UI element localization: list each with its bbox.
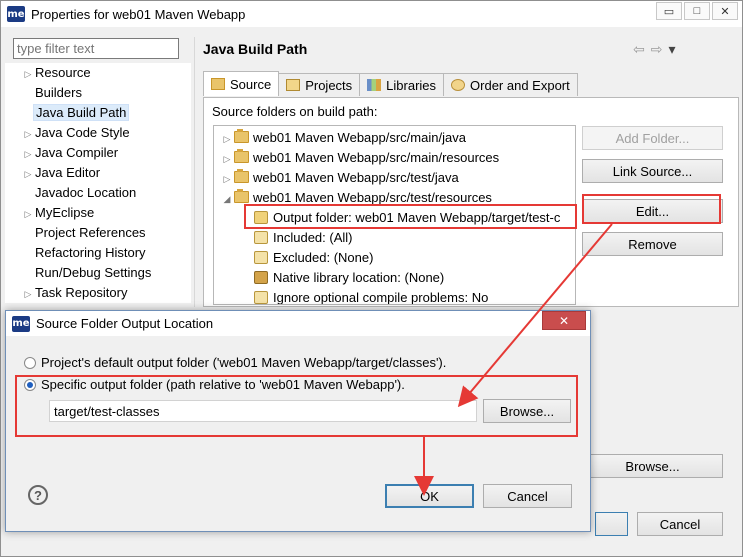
view-menu-icon[interactable]: ▾ [668,41,675,58]
native-library-icon [254,271,268,284]
nav-item-java-build-path[interactable]: Java Build Path [33,103,130,123]
nav-item-task-repository[interactable]: ▷ Task Repository [21,283,128,303]
nav-item-project-references[interactable]: Project References [35,223,146,243]
ok-button-main[interactable] [595,512,628,536]
myeclipse-logo: me [7,6,25,22]
tree-row-included[interactable]: Included: (All) [254,228,352,248]
ignore-problems-icon [254,291,268,304]
browse-button[interactable]: Browse... [483,399,571,423]
ok-button[interactable]: OK [385,484,474,508]
nav-item-refactoring-history[interactable]: Refactoring History [35,243,146,263]
myeclipse-logo: me [12,315,30,332]
close-button[interactable]: ✕ [712,2,738,20]
remove-button[interactable]: Remove [582,232,723,256]
nav-item-java-compiler[interactable]: ▷ Java Compiler [21,143,119,163]
order-export-icon [451,79,466,91]
properties-nav-tree: ▷ Resource Builders Java Build Path ▷ Java… [5,63,191,303]
tree-row-src-main-java[interactable]: ▷ web01 Maven Webapp/src/main/java [220,128,466,148]
tree-row-excluded[interactable]: Excluded: (None) [254,248,373,268]
libraries-icon [367,79,382,91]
tree-row-ignore-optional[interactable]: Ignore optional compile problems: No [254,288,488,304]
tab-libraries[interactable]: Libraries [359,73,445,96]
tree-row-src-test-java[interactable]: ▷ web01 Maven Webapp/src/test/java [220,168,459,188]
dialog-title: Source Folder Output Location [36,316,214,331]
nav-item-run-debug-settings[interactable]: Run/Debug Settings [35,263,151,283]
cancel-button[interactable]: Cancel [483,484,572,508]
radio-specific-output[interactable]: Specific output folder (path relative to… [24,377,405,392]
window-title: Properties for web01 Maven Webapp [31,6,246,22]
output-location-dialog: me Source Folder Output Location ✕ Proje… [5,310,591,532]
projects-icon [286,79,301,91]
source-folder-icon [211,78,225,90]
package-folder-icon [234,149,249,163]
radio-selected-icon [24,378,36,391]
build-path-tabs: Source Projects Libraries Order and Expo… [203,71,578,97]
included-filter-icon [254,231,268,244]
package-folder-icon [234,189,249,203]
forward-arrow-icon[interactable]: ⇨ [651,41,663,58]
radio-unselected-icon [24,356,36,369]
source-folders-label: Source folders on build path: [212,104,378,119]
page-title: Java Build Path [203,41,308,57]
help-icon[interactable]: ? [28,485,48,505]
back-arrow-icon[interactable]: ⇦ [633,41,645,58]
tree-row-output-folder[interactable]: Output folder: web01 Maven Webapp/target… [254,208,560,228]
tab-projects[interactable]: Projects [278,73,361,96]
package-folder-icon [234,169,249,183]
nav-item-resource[interactable]: ▷ Resource [21,63,91,83]
output-folder-icon [254,211,268,224]
maximize-button[interactable]: □ [684,2,710,20]
tree-row-src-main-resources[interactable]: ▷ web01 Maven Webapp/src/main/resources [220,148,499,168]
nav-item-javadoc-location[interactable]: Javadoc Location [35,183,136,203]
dialog-titlebar: me Source Folder Output Location ✕ [6,311,590,336]
sash-divider[interactable] [194,37,195,307]
tree-row-src-test-resources[interactable]: ◢ web01 Maven Webapp/src/test/resources [220,188,492,208]
dialog-close-button[interactable]: ✕ [542,311,586,330]
nav-item-java-editor[interactable]: ▷ Java Editor [21,163,101,183]
history-nav: ⇦ ⇨ ▾ [633,41,676,58]
output-folder-input[interactable] [49,400,477,422]
source-folders-tree: ▷ web01 Maven Webapp/src/main/java ▷ web01… [213,125,576,305]
filter-input[interactable] [13,38,179,59]
minimize-button[interactable]: ▭ [656,2,682,20]
edit-button[interactable]: Edit... [582,199,723,223]
nav-item-java-code-style[interactable]: ▷ Java Code Style [21,123,130,143]
cancel-button-main[interactable]: Cancel [637,512,723,536]
tab-order-and-export[interactable]: Order and Export [443,73,578,96]
window-titlebar: me Properties for web01 Maven Webapp ▭ □… [1,1,742,27]
link-source-button[interactable]: Link Source... [582,159,723,183]
add-folder-button[interactable]: Add Folder... [582,126,723,150]
nav-item-myeclipse[interactable]: ▷ MyEclipse [21,203,95,223]
browse-button-main[interactable]: Browse... [582,454,723,478]
tree-row-native-library[interactable]: Native library location: (None) [254,268,444,288]
package-folder-icon [234,129,249,143]
nav-item-builders[interactable]: Builders [35,83,82,103]
tab-source[interactable]: Source [203,71,280,96]
excluded-filter-icon [254,251,268,264]
radio-default-output[interactable]: Project's default output folder ('web01 … [24,355,446,370]
